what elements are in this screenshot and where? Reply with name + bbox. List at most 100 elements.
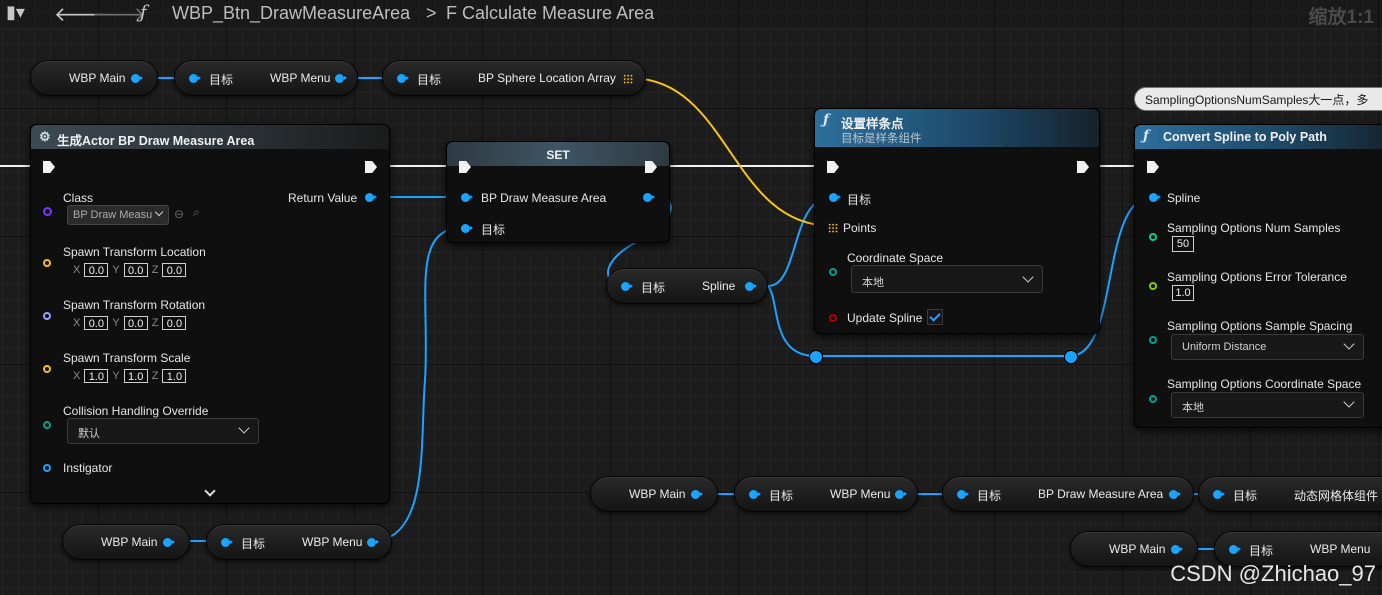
class-dropdown[interactable]: BP Draw Measu — [67, 205, 169, 225]
collision-dropdown[interactable]: 默认 — [67, 418, 259, 444]
set-spline-points-header[interactable]: ƒ 设置样条点 目标是样条组件 — [815, 109, 1099, 147]
bp-draw-measure-area-getter[interactable]: 目标 BP Draw Measure Area — [942, 476, 1194, 512]
node-title: Convert Spline to Poly Path — [1163, 130, 1327, 144]
spawn-actor-node[interactable]: ⚙ 生成Actor BP Draw Measure Area Class BP … — [30, 124, 390, 504]
wbp-main-getter[interactable]: WBP Main — [30, 60, 158, 96]
target-pin[interactable] — [749, 490, 761, 499]
array-output-pin[interactable] — [623, 74, 633, 84]
target-pin[interactable] — [1229, 545, 1241, 554]
rotation-vector[interactable]: X 0.0 Y 0.0 Z 0.0 — [73, 316, 190, 330]
target-pin[interactable] — [189, 74, 201, 83]
output-pin[interactable] — [1169, 490, 1181, 499]
target-pin[interactable] — [829, 193, 841, 202]
collision-pin[interactable] — [43, 421, 51, 429]
chevron-down-icon — [1343, 396, 1355, 408]
location-vector[interactable]: X 0.0 Y 0.0 Z 0.0 — [73, 263, 190, 277]
output-pin[interactable] — [895, 490, 907, 499]
return-value-pin[interactable] — [365, 193, 377, 202]
target-pin[interactable] — [1213, 490, 1225, 499]
wbp-menu-getter[interactable]: 目标 WBP Menu — [206, 524, 392, 560]
output-pin[interactable] — [1171, 545, 1183, 554]
output-pin[interactable] — [163, 538, 175, 547]
pill-label: WBP Main — [69, 71, 126, 85]
bp-sphere-location-array-getter[interactable]: 目标 BP Sphere Location Array — [382, 60, 646, 96]
use-selected-icon[interactable]: ⊖ — [174, 207, 184, 221]
scale-vector[interactable]: X 1.0 Y 1.0 Z 1.0 — [73, 369, 190, 383]
dynamic-mesh-component-getter[interactable]: 目标 动态网格体组件 — [1198, 476, 1382, 512]
output-pin[interactable] — [367, 538, 379, 547]
target-pin[interactable] — [221, 538, 233, 547]
forward-arrow-icon[interactable]: 🡒 — [92, 2, 146, 27]
spawn-actor-header[interactable]: ⚙ 生成Actor BP Draw Measure Area — [31, 125, 389, 149]
exec-out-pin[interactable] — [1077, 161, 1089, 173]
target-label: 目标 — [847, 193, 872, 207]
output-pin[interactable] — [745, 282, 757, 291]
browse-icon[interactable]: ⌕ — [193, 205, 200, 220]
value-pin[interactable] — [461, 193, 473, 202]
spline-pin[interactable] — [1149, 193, 1161, 202]
error-tolerance-pin[interactable] — [1149, 282, 1157, 290]
update-spline-checkbox[interactable] — [927, 309, 943, 325]
output-pin[interactable] — [335, 74, 347, 83]
set-node[interactable]: SET BP Draw Measure Area 目标 — [446, 141, 670, 243]
target-pin[interactable] — [397, 74, 409, 83]
coordinate-space-pin[interactable] — [829, 268, 837, 276]
exec-in-pin[interactable] — [1147, 161, 1159, 173]
error-tolerance-input[interactable]: 1.0 — [1172, 285, 1194, 301]
expand-chevron-icon[interactable] — [204, 485, 216, 497]
spline-getter[interactable]: 目标 Spline — [606, 268, 768, 304]
num-samples-pin[interactable] — [1149, 233, 1157, 241]
watermark: CSDN @Zhichao_97 — [1170, 561, 1376, 586]
exec-out-pin[interactable] — [365, 161, 377, 173]
rotation-label: Spawn Transform Rotation — [63, 298, 206, 312]
target-pin[interactable] — [461, 224, 473, 233]
wbp-main-getter[interactable]: WBP Main — [62, 524, 190, 560]
spawn-actor-icon: ⚙ — [39, 129, 51, 144]
zoom-level: 缩放1:1 — [1308, 7, 1374, 28]
sample-spacing-dropdown[interactable]: Uniform Distance — [1171, 334, 1364, 360]
class-pin[interactable] — [43, 207, 52, 216]
value-out-pin[interactable] — [643, 193, 655, 202]
num-samples-input[interactable]: 50 — [1172, 236, 1194, 252]
coordinate-space-dropdown[interactable]: 本地 — [1171, 392, 1364, 418]
breadcrumb-current[interactable]: F Calculate Measure Area — [446, 3, 654, 24]
location-pin[interactable] — [43, 259, 51, 267]
coordinate-space-pin[interactable] — [1149, 395, 1157, 403]
sample-spacing-pin[interactable] — [1149, 336, 1157, 344]
pill-target-label: 目标 — [769, 489, 794, 503]
coordinate-space-value: 本地 — [1182, 402, 1204, 414]
breadcrumb-separator: > — [426, 3, 437, 23]
update-spline-pin[interactable] — [829, 314, 837, 322]
coordinate-space-dropdown[interactable]: 本地 — [851, 265, 1043, 293]
output-pin[interactable] — [691, 490, 703, 499]
num-samples-label: Sampling Options Num Samples — [1167, 221, 1341, 235]
function-icon: ƒ — [140, 2, 147, 23]
points-array-pin[interactable] — [828, 223, 838, 233]
output-pin[interactable] — [131, 74, 143, 83]
pill-target-label: 目标 — [1249, 544, 1274, 558]
pill-label: WBP Menu — [1310, 542, 1371, 556]
breadcrumb-root[interactable]: WBP_Btn_DrawMeasureArea — [172, 3, 410, 24]
wbp-menu-getter[interactable]: 目标 WBP Menu — [734, 476, 918, 512]
target-label: 目标 — [481, 223, 506, 237]
rotation-pin[interactable] — [43, 312, 51, 320]
wbp-main-getter[interactable]: WBP Main — [590, 476, 718, 512]
pill-target-label: 目标 — [641, 281, 666, 295]
target-pin[interactable] — [621, 282, 633, 291]
instigator-label: Instigator — [63, 461, 113, 475]
instigator-pin[interactable] — [43, 464, 51, 472]
scale-pin[interactable] — [43, 365, 51, 373]
reroute-node[interactable] — [1064, 350, 1078, 364]
convert-spline-node[interactable]: ƒ Convert Spline to Poly Path Spline Sam… — [1134, 124, 1382, 428]
convert-spline-header[interactable]: ƒ Convert Spline to Poly Path — [1135, 125, 1382, 149]
target-pin[interactable] — [957, 490, 969, 499]
pill-label: 动态网格体组件 — [1294, 489, 1379, 503]
value-label: BP Draw Measure Area — [481, 191, 607, 205]
set-header[interactable]: SET — [447, 142, 669, 166]
exec-in-pin[interactable] — [43, 161, 55, 173]
set-spline-points-node[interactable]: ƒ 设置样条点 目标是样条组件 目标 Points Coordinate Spa… — [814, 108, 1100, 334]
reroute-node[interactable] — [809, 350, 823, 364]
wbp-menu-getter[interactable]: 目标 WBP Menu — [174, 60, 358, 96]
exec-in-pin[interactable] — [827, 161, 839, 173]
bookmark-icon[interactable]: ▮▾ — [6, 2, 25, 23]
